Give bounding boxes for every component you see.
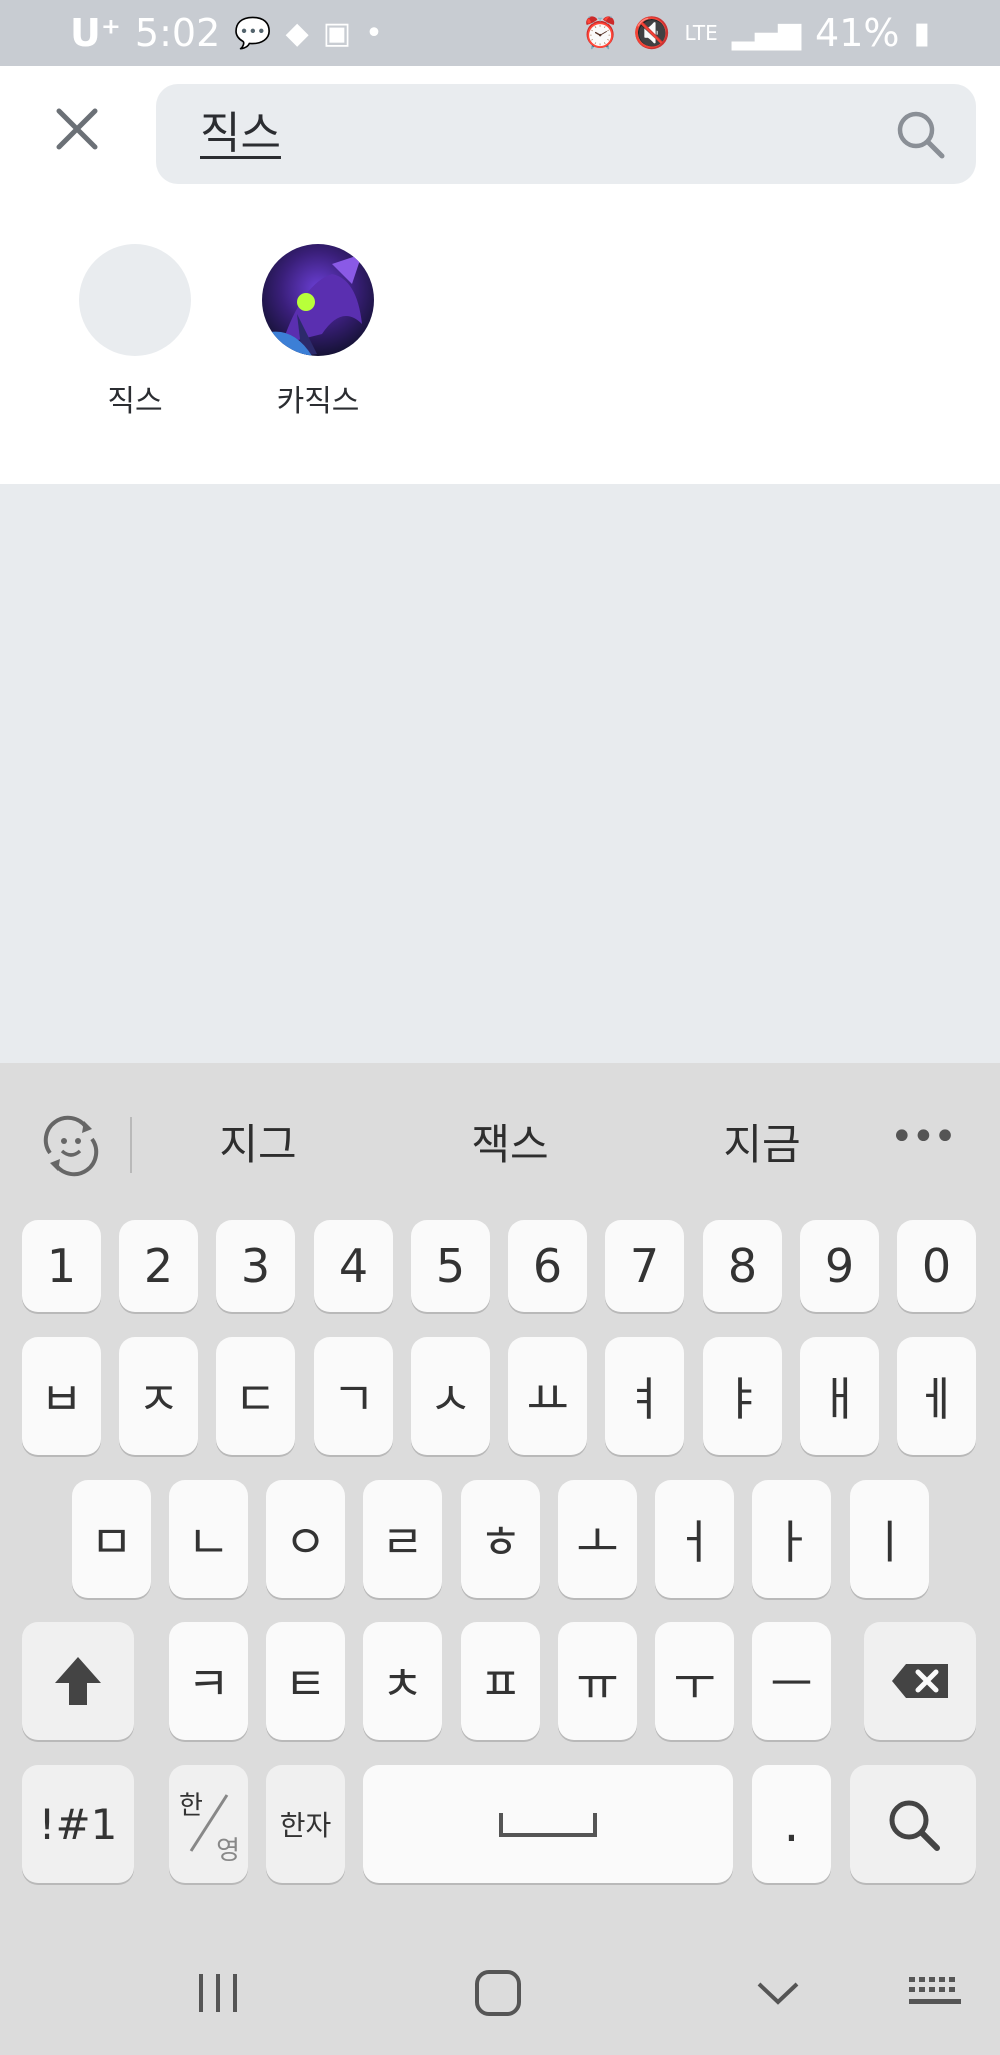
key-5[interactable]: 5 <box>411 1220 490 1312</box>
divider <box>130 1117 132 1173</box>
signal-icon: ▂▄▆ <box>731 15 802 51</box>
avatar <box>79 244 191 356</box>
key-9[interactable]: 9 <box>800 1220 879 1312</box>
symbols-key[interactable]: !#1 <box>22 1765 134 1883</box>
key-row2-2[interactable]: ㄴ <box>169 1480 248 1598</box>
space-icon <box>499 1813 597 1837</box>
suggestion-1[interactable]: 지그 <box>168 1113 348 1177</box>
suggestion-2[interactable]: 잭스 <box>420 1113 600 1177</box>
result-item[interactable]: 카직스 <box>243 244 393 420</box>
key-row1-6[interactable]: ㅛ <box>508 1337 587 1455</box>
key-row3-2[interactable]: ㅌ <box>266 1622 345 1740</box>
shift-icon <box>55 1657 101 1705</box>
status-bar: U⁺ 5:02 💬 ◆ ▣ • ⏰ 🔇 LTE ▂▄▆ 41% ▮ <box>0 0 1000 66</box>
navigation-bar <box>0 1930 1000 2055</box>
emoji-icon[interactable] <box>40 1115 102 1177</box>
suggestion-bar: 지그 잭스 지금 ••• <box>0 1063 1000 1223</box>
key-row2-8[interactable]: ㅏ <box>752 1480 831 1598</box>
key-row1-7[interactable]: ㅕ <box>605 1337 684 1455</box>
key-row1-3[interactable]: ㄷ <box>216 1337 295 1455</box>
backspace-key[interactable] <box>864 1622 976 1740</box>
discord-icon: ◆ <box>285 15 309 51</box>
key-row1-5[interactable]: ㅅ <box>411 1337 490 1455</box>
more-notifications-icon: • <box>365 15 383 51</box>
talk-icon: 💬 <box>234 15 272 51</box>
key-4[interactable]: 4 <box>314 1220 393 1312</box>
home-icon <box>475 1970 521 2016</box>
alarm-icon: ⏰ <box>581 15 620 51</box>
key-2[interactable]: 2 <box>119 1220 198 1312</box>
result-name: 카직스 <box>276 384 360 419</box>
space-key[interactable] <box>363 1765 733 1883</box>
key-row3-6[interactable]: ㅜ <box>655 1622 734 1740</box>
key-row1-4[interactable]: ㄱ <box>314 1337 393 1455</box>
key-row1-9[interactable]: ㅐ <box>800 1337 879 1455</box>
search-input[interactable]: 직스 <box>156 84 976 184</box>
key-row1-8[interactable]: ㅑ <box>703 1337 782 1455</box>
search-key[interactable] <box>850 1765 976 1883</box>
search-query: 직스 <box>200 108 281 159</box>
key-row2-1[interactable]: ㅁ <box>72 1480 151 1598</box>
avatar <box>262 244 374 356</box>
backspace-icon <box>892 1664 948 1698</box>
hanja-key[interactable]: 한자 <box>266 1765 345 1883</box>
key-row2-3[interactable]: ㅇ <box>266 1480 345 1598</box>
close-button[interactable] <box>42 94 112 164</box>
shift-key[interactable] <box>22 1622 134 1740</box>
key-row2-9[interactable]: ㅣ <box>850 1480 929 1598</box>
key-row2-6[interactable]: ㅗ <box>558 1480 637 1598</box>
hide-keyboard-button[interactable] <box>738 1958 818 2028</box>
key-row2-5[interactable]: ㅎ <box>461 1480 540 1598</box>
suggestion-3[interactable]: 지금 <box>672 1113 852 1177</box>
keyboard: 지그 잭스 지금 ••• 1 2 3 4 5 6 7 8 9 0 ㅂ ㅈ ㄷ ㄱ… <box>0 1063 1000 2055</box>
key-row3-3[interactable]: ㅊ <box>363 1622 442 1740</box>
search-header: 직스 직스 카직스 <box>0 66 1000 484</box>
clock: 5:02 <box>134 11 221 55</box>
more-options-icon[interactable]: ••• <box>890 1117 957 1173</box>
key-1[interactable]: 1 <box>22 1220 101 1312</box>
keyboard-icon <box>909 1977 961 2004</box>
key-row1-1[interactable]: ㅂ <box>22 1337 101 1455</box>
recent-apps-icon <box>199 1974 237 2012</box>
lang-bottom-label: 영 <box>216 1836 240 1866</box>
search-icon[interactable] <box>894 108 946 160</box>
key-row3-5[interactable]: ㅠ <box>558 1622 637 1740</box>
key-row3-7[interactable]: ㅡ <box>752 1622 831 1740</box>
key-6[interactable]: 6 <box>508 1220 587 1312</box>
key-3[interactable]: 3 <box>216 1220 295 1312</box>
key-row1-2[interactable]: ㅈ <box>119 1337 198 1455</box>
period-key[interactable]: . <box>752 1765 831 1883</box>
recent-apps-button[interactable] <box>178 1958 258 2028</box>
home-button[interactable] <box>458 1958 538 2028</box>
key-row2-4[interactable]: ㄹ <box>363 1480 442 1598</box>
battery-icon: ▮ <box>913 15 930 51</box>
twitch-icon: ▣ <box>322 15 352 51</box>
key-8[interactable]: 8 <box>703 1220 782 1312</box>
key-row2-7[interactable]: ㅓ <box>655 1480 734 1598</box>
language-key[interactable]: 한 영 <box>169 1765 248 1883</box>
search-icon <box>889 1800 940 1851</box>
mute-icon: 🔇 <box>633 15 671 51</box>
result-name: 직스 <box>107 384 163 419</box>
lte-icon: LTE <box>684 21 718 45</box>
key-0[interactable]: 0 <box>897 1220 976 1312</box>
chevron-down-icon <box>757 1982 799 2005</box>
key-row3-1[interactable]: ㅋ <box>169 1622 248 1740</box>
close-icon <box>56 108 98 150</box>
key-row3-4[interactable]: ㅍ <box>461 1622 540 1740</box>
key-7[interactable]: 7 <box>605 1220 684 1312</box>
key-row1-10[interactable]: ㅔ <box>897 1337 976 1455</box>
result-item[interactable]: 직스 <box>60 244 210 420</box>
battery-level: 41% <box>815 11 900 55</box>
keyboard-switch-button[interactable] <box>895 1958 975 2028</box>
carrier-label: U⁺ <box>70 11 121 55</box>
